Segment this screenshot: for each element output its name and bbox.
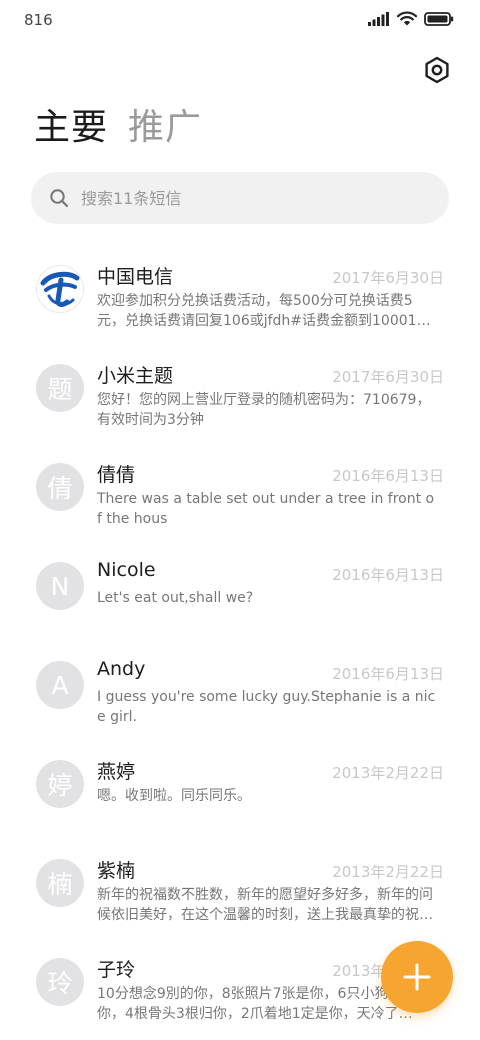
new-message-button[interactable] bbox=[381, 941, 453, 1013]
tab-bar: 主要 推广 bbox=[34, 104, 202, 152]
message-preview: 嗯。收到啦。同乐同乐。 bbox=[97, 788, 251, 804]
message-row[interactable]: 中国电信 2017年6月30日 欢迎参加积分兑换话费活动，每500分可兑换话费5… bbox=[0, 247, 480, 346]
contact-avatar: 玲 bbox=[36, 958, 84, 1006]
contact-name: 倩倩 bbox=[97, 464, 136, 486]
status-time: 816 bbox=[24, 11, 53, 29]
message-preview: There was a table set out under a tree i… bbox=[97, 491, 435, 527]
contact-avatar: 楠 bbox=[36, 859, 84, 907]
message-row[interactable]: 楠 紫楠 2013年2月22日 新年的祝福数不胜数，新年的愿望好多好多，新年的问… bbox=[0, 841, 480, 940]
message-row[interactable]: 倩 倩倩 2016年6月13日 There was a table set ou… bbox=[0, 445, 480, 544]
battery-icon bbox=[424, 11, 454, 26]
contact-name: Nicole bbox=[97, 559, 156, 581]
message-date: 2016年6月13日 bbox=[332, 665, 444, 683]
plus-icon bbox=[403, 963, 431, 991]
message-row[interactable]: N Nicole 2016年6月13日 Let's eat out,shall … bbox=[0, 544, 480, 643]
tab-promotions[interactable]: 推广 bbox=[128, 104, 202, 152]
message-date: 2017年6月30日 bbox=[332, 269, 444, 287]
message-list: 中国电信 2017年6月30日 欢迎参加积分兑换话费活动，每500分可兑换话费5… bbox=[0, 247, 480, 1039]
contact-avatar: 婷 bbox=[36, 760, 84, 808]
signal-icon bbox=[368, 11, 389, 26]
contact-avatar: 倩 bbox=[36, 463, 84, 511]
contact-name: 小米主题 bbox=[97, 365, 174, 387]
contact-name: 紫楠 bbox=[97, 860, 136, 882]
status-icons bbox=[368, 11, 454, 26]
message-date: 2017年6月30日 bbox=[332, 368, 444, 386]
tab-primary[interactable]: 主要 bbox=[34, 104, 108, 152]
contact-avatar: A bbox=[36, 661, 84, 709]
message-preview: I guess you're some lucky guy.Stephanie … bbox=[97, 689, 436, 725]
settings-icon bbox=[425, 56, 449, 84]
message-date: 2016年6月13日 bbox=[332, 566, 444, 584]
message-preview: 新年的祝福数不胜数，新年的愿望好多好多，新年的问候依旧美好，在这个温馨的时刻，送… bbox=[97, 887, 433, 923]
contact-avatar: 题 bbox=[36, 364, 84, 412]
message-preview: 您好！您的网上营业厅登录的随机密码为：710679，有效时间为3分钟 bbox=[97, 392, 431, 428]
contact-name: Andy bbox=[97, 658, 146, 680]
search-bar[interactable] bbox=[31, 172, 449, 224]
telecom-logo-avatar bbox=[36, 265, 84, 313]
contact-name: 燕婷 bbox=[97, 761, 136, 783]
message-preview: Let's eat out,shall we? bbox=[97, 590, 254, 606]
search-icon bbox=[50, 189, 69, 208]
message-row[interactable]: A Andy 2016年6月13日 I guess you're some lu… bbox=[0, 643, 480, 742]
message-date: 2013年2月22日 bbox=[332, 863, 444, 881]
message-row[interactable]: 婷 燕婷 2013年2月22日 嗯。收到啦。同乐同乐。 bbox=[0, 742, 480, 841]
settings-button[interactable] bbox=[422, 55, 452, 85]
contact-avatar: N bbox=[36, 562, 84, 610]
message-date: 2013年2月22日 bbox=[332, 764, 444, 782]
search-input[interactable] bbox=[81, 188, 411, 208]
status-bar: 816 bbox=[0, 0, 480, 42]
china-telecom-logo-icon bbox=[40, 271, 80, 307]
contact-name: 子玲 bbox=[97, 959, 136, 981]
message-preview: 欢迎参加积分兑换话费活动，每500分可兑换话费5元，兑换话费请回复106或jfd… bbox=[97, 293, 431, 329]
wifi-icon bbox=[397, 11, 417, 26]
message-row[interactable]: 题 小米主题 2017年6月30日 您好！您的网上营业厅登录的随机密码为：710… bbox=[0, 346, 480, 445]
contact-name: 中国电信 bbox=[97, 266, 174, 288]
message-date: 2016年6月13日 bbox=[332, 467, 444, 485]
